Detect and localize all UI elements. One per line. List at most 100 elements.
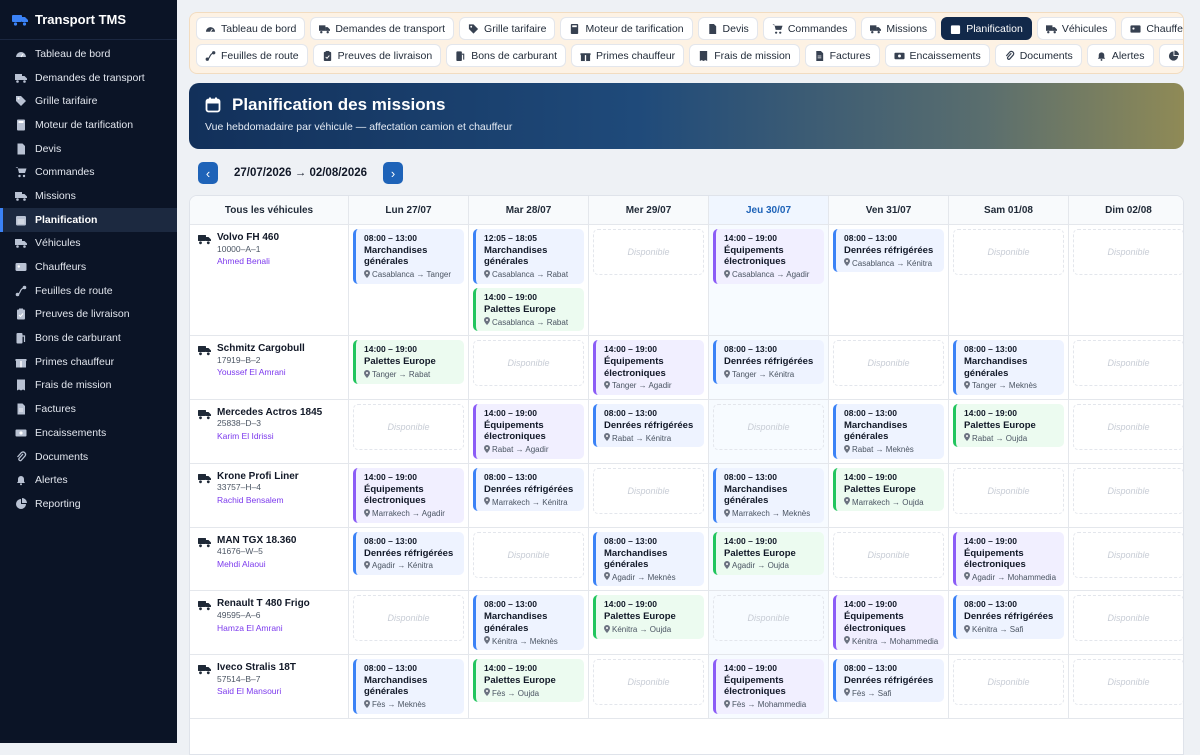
sidebar-item-encaissements[interactable]: Encaissements	[0, 421, 177, 445]
mission-card[interactable]: 08:00 – 13:00Denrées réfrigéréesMarrakec…	[473, 468, 584, 511]
driver-name[interactable]: Said El Mansouri	[217, 687, 296, 697]
available-slot[interactable]: Disponible	[953, 659, 1064, 705]
available-slot[interactable]: Disponible	[953, 468, 1064, 514]
mission-card[interactable]: 08:00 – 13:00Denrées réfrigéréesTanger →…	[713, 340, 824, 383]
brand[interactable]: Transport TMS	[0, 0, 177, 40]
available-slot[interactable]: Disponible	[953, 229, 1064, 275]
sidebar-item-documents[interactable]: Documents	[0, 445, 177, 469]
tab-vehicules[interactable]: Véhicules	[1037, 17, 1117, 40]
tab-planification[interactable]: Planification	[941, 17, 1032, 40]
tab-demandes-de-transport[interactable]: Demandes de transport	[310, 17, 454, 40]
mission-card[interactable]: 14:00 – 19:00Palettes EuropeAgadir → Ouj…	[713, 532, 824, 575]
vehicle-cell[interactable]: Volvo FH 46010000–A–1Ahmed Benali	[190, 225, 349, 335]
available-slot[interactable]: Disponible	[833, 532, 944, 578]
tab-feuilles-de-route[interactable]: Feuilles de route	[196, 44, 308, 67]
available-slot[interactable]: Disponible	[833, 340, 944, 386]
mission-card[interactable]: 08:00 – 13:00Denrées réfrigéréesFès → Sa…	[833, 659, 944, 702]
mission-card[interactable]: 14:00 – 19:00Équipements électroniquesRa…	[473, 404, 584, 459]
tab-frais-de-mission[interactable]: Frais de mission	[689, 44, 799, 67]
sidebar-item-vehicules[interactable]: Véhicules	[0, 232, 177, 256]
mission-card[interactable]: 08:00 – 13:00Marchandises généralesMarra…	[713, 468, 824, 523]
tab-factures[interactable]: Factures	[805, 44, 880, 67]
driver-name[interactable]: Ahmed Benali	[217, 257, 279, 267]
mission-card[interactable]: 14:00 – 19:00Palettes EuropeMarrakech → …	[833, 468, 944, 511]
driver-name[interactable]: Karim El Idrissi	[217, 432, 322, 442]
vehicle-cell[interactable]: Krone Profi Liner33757–H–4Rachid Bensale…	[190, 464, 349, 527]
vehicle-cell[interactable]: Schmitz Cargobull17919–B–2Youssef El Amr…	[190, 336, 349, 399]
vehicle-cell[interactable]: Renault T 480 Frigo49595–A–6Hamza El Amr…	[190, 591, 349, 654]
vehicle-filter[interactable]: Tous les véhicules	[190, 196, 349, 224]
tab-documents[interactable]: Documents	[995, 44, 1082, 67]
mission-card[interactable]: 14:00 – 19:00Palettes EuropeKénitra → Ou…	[593, 595, 704, 638]
sidebar-item-bons-de-carburant[interactable]: Bons de carburant	[0, 326, 177, 350]
mission-card[interactable]: 14:00 – 19:00Équipements électroniquesKé…	[833, 595, 944, 650]
mission-card[interactable]: 14:00 – 19:00Équipements électroniquesCa…	[713, 229, 824, 284]
sidebar-item-devis[interactable]: Devis	[0, 137, 177, 161]
sidebar-item-moteur-de-tarification[interactable]: Moteur de tarification	[0, 113, 177, 137]
mission-card[interactable]: 08:00 – 13:00Denrées réfrigéréesAgadir →…	[353, 532, 464, 575]
mission-card[interactable]: 14:00 – 19:00Équipements électroniquesTa…	[593, 340, 704, 395]
tab-bons-de-carburant[interactable]: Bons de carburant	[446, 44, 566, 67]
sidebar-item-preuves-de-livraison[interactable]: Preuves de livraison	[0, 303, 177, 327]
tab-devis[interactable]: Devis	[698, 17, 758, 40]
tab-moteur-de-tarification[interactable]: Moteur de tarification	[560, 17, 692, 40]
sidebar-item-chauffeurs[interactable]: Chauffeurs	[0, 255, 177, 279]
mission-card[interactable]: 08:00 – 13:00Denrées réfrigéréesRabat → …	[593, 404, 704, 447]
available-slot[interactable]: Disponible	[1073, 595, 1184, 641]
sidebar-item-reporting[interactable]: Reporting	[0, 492, 177, 516]
vehicle-cell[interactable]: MAN TGX 18.36041676–W–5Mehdi Alaoui	[190, 528, 349, 591]
tab-encaissements[interactable]: Encaissements	[885, 44, 990, 67]
driver-name[interactable]: Youssef El Amrani	[217, 368, 305, 378]
tab-grille-tarifaire[interactable]: Grille tarifaire	[459, 17, 555, 40]
mission-card[interactable]: 14:00 – 19:00Équipements électroniquesFè…	[713, 659, 824, 714]
available-slot[interactable]: Disponible	[473, 532, 584, 578]
prev-week-button[interactable]: ‹	[198, 162, 218, 184]
tab-missions[interactable]: Missions	[861, 17, 936, 40]
mission-card[interactable]: 08:00 – 13:00Marchandises généralesTange…	[953, 340, 1064, 395]
sidebar-item-commandes[interactable]: Commandes	[0, 160, 177, 184]
tab-preuves-de-livraison[interactable]: Preuves de livraison	[313, 44, 442, 67]
available-slot[interactable]: Disponible	[593, 229, 704, 275]
mission-card[interactable]: 14:00 – 19:00Palettes EuropeRabat → Oujd…	[953, 404, 1064, 447]
sidebar-item-planification[interactable]: Planification	[0, 208, 177, 232]
tab-reporting[interactable]: Reporting	[1159, 44, 1185, 67]
driver-name[interactable]: Rachid Bensalem	[217, 496, 299, 506]
mission-card[interactable]: 14:00 – 19:00Équipements électroniquesMa…	[353, 468, 464, 523]
tab-commandes[interactable]: Commandes	[763, 17, 857, 40]
sidebar-item-feuilles-de-route[interactable]: Feuilles de route	[0, 279, 177, 303]
available-slot[interactable]: Disponible	[353, 595, 464, 641]
mission-card[interactable]: 08:00 – 13:00Marchandises généralesRabat…	[833, 404, 944, 459]
tab-chauffeurs[interactable]: Chauffeurs	[1121, 17, 1184, 40]
next-week-button[interactable]: ›	[383, 162, 403, 184]
tab-tableau-de-bord[interactable]: Tableau de bord	[196, 17, 305, 40]
sidebar-item-demandes-de-transport[interactable]: Demandes de transport	[0, 66, 177, 90]
sidebar-item-primes-chauffeur[interactable]: Primes chauffeur	[0, 350, 177, 374]
tab-primes-chauffeur[interactable]: Primes chauffeur	[571, 44, 684, 67]
mission-card[interactable]: 14:00 – 19:00Équipements électroniquesAg…	[953, 532, 1064, 587]
mission-card[interactable]: 14:00 – 19:00Palettes EuropeCasablanca →…	[473, 288, 584, 331]
available-slot[interactable]: Disponible	[1073, 532, 1184, 578]
sidebar-item-grille-tarifaire[interactable]: Grille tarifaire	[0, 89, 177, 113]
available-slot[interactable]: Disponible	[1073, 659, 1184, 705]
driver-name[interactable]: Hamza El Amrani	[217, 624, 310, 634]
sidebar-item-alertes[interactable]: Alertes	[0, 468, 177, 492]
mission-card[interactable]: 14:00 – 19:00Palettes EuropeFès → Oujda	[473, 659, 584, 702]
available-slot[interactable]: Disponible	[1073, 340, 1184, 386]
available-slot[interactable]: Disponible	[1073, 404, 1184, 450]
mission-card[interactable]: 08:00 – 13:00Denrées réfrigéréesCasablan…	[833, 229, 944, 272]
vehicle-cell[interactable]: Iveco Stralis 18T57514–B–7Said El Mansou…	[190, 655, 349, 718]
mission-card[interactable]: 08:00 – 13:00Marchandises généralesFès →…	[353, 659, 464, 714]
sidebar-item-frais-de-mission[interactable]: Frais de mission	[0, 374, 177, 398]
available-slot[interactable]: Disponible	[593, 659, 704, 705]
available-slot[interactable]: Disponible	[713, 595, 824, 641]
mission-card[interactable]: 08:00 – 13:00Marchandises généralesCasab…	[353, 229, 464, 284]
sidebar-item-missions[interactable]: Missions	[0, 184, 177, 208]
available-slot[interactable]: Disponible	[353, 404, 464, 450]
sidebar-item-tableau-de-bord[interactable]: Tableau de bord	[0, 42, 177, 66]
available-slot[interactable]: Disponible	[1073, 229, 1184, 275]
driver-name[interactable]: Mehdi Alaoui	[217, 560, 296, 570]
mission-card[interactable]: 08:00 – 13:00Marchandises généralesAgadi…	[593, 532, 704, 587]
sidebar-item-factures[interactable]: Factures	[0, 397, 177, 421]
available-slot[interactable]: Disponible	[473, 340, 584, 386]
mission-card[interactable]: 08:00 – 13:00Marchandises généralesKénit…	[473, 595, 584, 650]
